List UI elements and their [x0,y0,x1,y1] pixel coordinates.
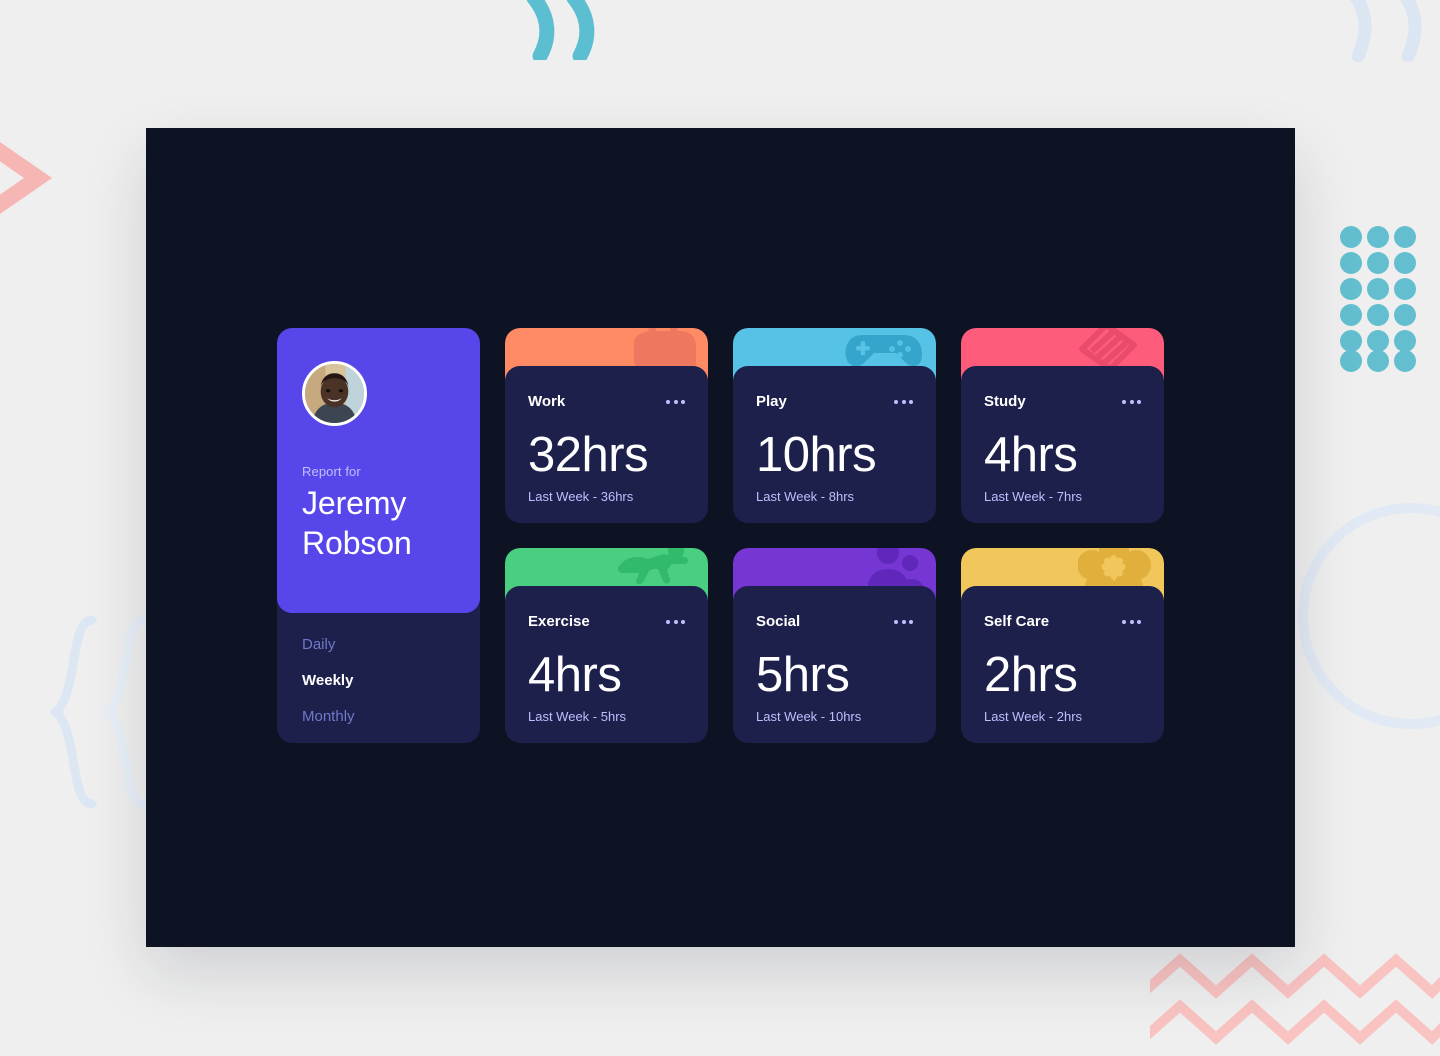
stat-card-exercise: Exercise 4hrs Last Week - 5hrs [505,548,708,743]
ellipsis-icon[interactable] [666,396,685,408]
ellipsis-icon[interactable] [666,616,685,628]
stat-title-study: Study [984,393,1026,410]
stat-card-social: Social 5hrs Last Week - 10hrs [733,548,936,743]
stat-card-self-care: Self Care 2hrs Last Week - 2hrs [961,548,1164,743]
stat-previous-study: Last Week - 7hrs [984,489,1083,504]
stat-title-exercise: Exercise [528,613,590,630]
quotation-marks-teal-icon [526,0,595,60]
profile-name-last: Robson [302,525,412,561]
stat-card-study: Study 4hrs Last Week - 7hrs [961,328,1164,523]
running-person-icon [617,548,688,584]
stat-body-social[interactable]: Social 5hrs Last Week - 10hrs [733,586,936,743]
briefcase-icon [634,328,696,371]
nav-item-daily[interactable]: Daily [302,636,480,653]
stat-previous-exercise: Last Week - 5hrs [528,709,627,724]
stat-head-social: Social [756,613,913,630]
avatar-photo [305,364,364,423]
stat-previous-work: Last Week - 36hrs [528,489,634,504]
stat-hours-social: 5hrs [756,648,850,702]
stat-previous-play: Last Week - 8hrs [756,489,855,504]
stat-title-play: Play [756,393,787,410]
dot-grid-icon [1340,226,1416,372]
stat-body-self-care[interactable]: Self Care 2hrs Last Week - 2hrs [961,586,1164,743]
ellipsis-icon[interactable] [1122,396,1141,408]
page-title: Jeremy Robson [302,483,480,563]
zigzag-lines-icon [1150,953,1440,1045]
stat-head-self-care: Self Care [984,613,1141,630]
stat-head-work: Work [528,393,685,410]
curly-braces-icon [49,615,149,809]
stat-hours-study: 4hrs [984,428,1078,482]
stat-title-work: Work [528,393,566,410]
ellipsis-icon[interactable] [1122,616,1141,628]
ellipsis-icon[interactable] [894,616,913,628]
profile-header: Report for Jeremy Robson [277,328,480,613]
stat-previous-self-care: Last Week - 2hrs [984,709,1083,724]
report-for-label: Report for [302,464,361,479]
stat-title-social: Social [756,613,801,630]
stat-hours-play: 10hrs [756,428,877,482]
stat-head-exercise: Exercise [528,613,685,630]
stat-card-play: Play 10hrs Last Week - 8hrs [733,328,936,523]
stat-previous-social: Last Week - 10hrs [756,709,862,724]
nav-item-monthly[interactable]: Monthly [302,708,480,725]
dashboard-grid: Report for Jeremy Robson Daily Weekly Mo… [277,328,1164,743]
stat-title-self-care: Self Care [984,613,1050,630]
profile-name-first: Jeremy [302,485,407,521]
app-window: Report for Jeremy Robson Daily Weekly Mo… [146,128,1295,947]
stat-hours-self-care: 2hrs [984,648,1078,702]
quotation-marks-blue-icon [1350,0,1422,62]
nav-item-weekly[interactable]: Weekly [302,672,480,689]
ellipsis-icon[interactable] [894,396,913,408]
stat-body-work[interactable]: Work 32hrs Last Week - 36hrs [505,366,708,523]
stat-head-play: Play [756,393,913,410]
circle-outline-icon [1298,503,1440,729]
avatar [302,361,367,426]
stat-hours-exercise: 4hrs [528,648,622,702]
stat-hours-work: 32hrs [528,428,649,482]
profile-card: Report for Jeremy Robson Daily Weekly Mo… [277,328,480,743]
stat-body-study[interactable]: Study 4hrs Last Week - 7hrs [961,366,1164,523]
stat-body-exercise[interactable]: Exercise 4hrs Last Week - 5hrs [505,586,708,743]
stat-body-play[interactable]: Play 10hrs Last Week - 8hrs [733,366,936,523]
stat-head-study: Study [984,393,1141,410]
chevron-shape-icon [0,141,53,215]
timeframe-nav: Daily Weekly Monthly [277,613,480,743]
stat-card-work: Work 32hrs Last Week - 36hrs [505,328,708,523]
